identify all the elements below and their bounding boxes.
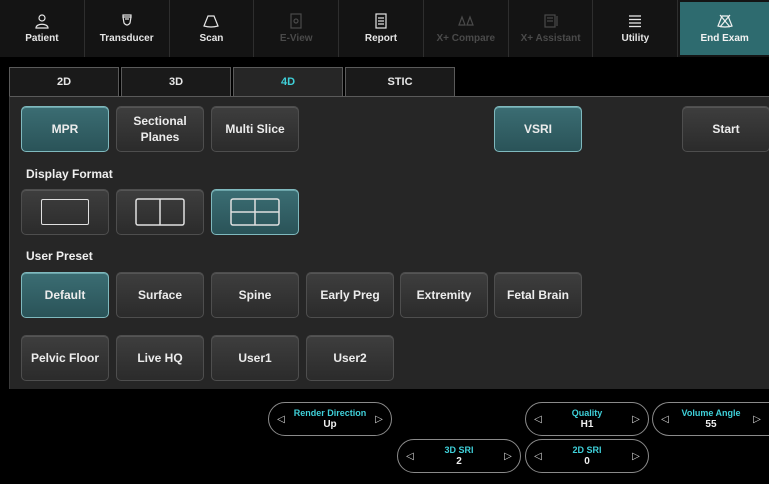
compare-button[interactable]: X+ Compare	[424, 0, 509, 57]
scan-label: Scan	[199, 33, 224, 44]
preset-user1-button[interactable]: User1	[211, 335, 299, 381]
person-icon	[35, 14, 49, 29]
patient-button[interactable]: Patient	[0, 0, 85, 57]
sectional-planes-label: Sectional Planes	[133, 113, 186, 145]
eview-label: E-View	[279, 33, 313, 44]
multi-slice-button[interactable]: Multi Slice	[211, 106, 299, 152]
compare-icon	[457, 15, 474, 26]
sri-3d-knob[interactable]: ◁ 3D SRI 2 ▷	[397, 439, 521, 473]
decrease-arrow-icon[interactable]: ◁	[275, 414, 287, 425]
knob-area: ◁ Render Direction Up ▷ ◁ Quality H1 ▷ ◁ V…	[0, 389, 769, 484]
patient-label: Patient	[25, 33, 59, 44]
utility-label: Utility	[621, 33, 650, 44]
end-exam-icon	[716, 14, 733, 28]
sri-2d-name: 2D SRI	[572, 445, 602, 455]
assistant-icon	[543, 14, 558, 28]
vsri-button[interactable]: VSRI	[494, 106, 582, 152]
decrease-arrow-icon[interactable]: ◁	[659, 414, 671, 425]
increase-arrow-icon[interactable]: ▷	[373, 414, 385, 425]
end-exam-button[interactable]: End Exam	[680, 2, 769, 55]
preset-pelvic-floor-button[interactable]: Pelvic Floor	[21, 335, 109, 381]
four-d-panel: MPR Sectional Planes Multi Slice VSRI Sta…	[9, 96, 769, 389]
display-format-dual[interactable]	[116, 189, 204, 235]
quality-knob[interactable]: ◁ Quality H1 ▷	[525, 402, 649, 436]
scan-icon	[203, 15, 220, 28]
report-button[interactable]: Report	[339, 0, 424, 57]
increase-arrow-icon[interactable]: ▷	[630, 414, 642, 425]
display-format-label: Display Format	[26, 167, 113, 181]
menu-icon	[629, 15, 642, 28]
render-direction-name: Render Direction	[293, 408, 367, 418]
report-icon	[375, 13, 387, 29]
quality-name: Quality	[571, 408, 603, 418]
tab-4d[interactable]: 4D	[233, 67, 343, 96]
tab-stic[interactable]: STIC	[345, 67, 455, 96]
render-direction-value: Up	[323, 419, 337, 430]
mode-tabs: 2D 3D 4D STIC	[9, 67, 457, 96]
dual-layout-icon	[135, 198, 185, 226]
transducer-button[interactable]: Transducer	[85, 0, 170, 57]
utility-button[interactable]: Utility	[593, 0, 679, 57]
transducer-label: Transducer	[99, 33, 154, 44]
preset-extremity-button[interactable]: Extremity	[400, 272, 488, 318]
volume-angle-value: 55	[705, 419, 717, 430]
display-format-single[interactable]	[21, 189, 109, 235]
sectional-planes-button[interactable]: Sectional Planes	[116, 106, 204, 152]
eview-icon	[290, 13, 302, 29]
mpr-button[interactable]: MPR	[21, 106, 109, 152]
sri-3d-value: 2	[456, 456, 462, 467]
increase-arrow-icon[interactable]: ▷	[751, 414, 763, 425]
preset-spine-button[interactable]: Spine	[211, 272, 299, 318]
sectional-label-line1: Sectional	[133, 114, 187, 128]
increase-arrow-icon[interactable]: ▷	[630, 451, 642, 462]
quad-layout-icon	[230, 198, 280, 226]
eview-button[interactable]: E-View	[254, 0, 340, 57]
preset-early-preg-button[interactable]: Early Preg	[306, 272, 394, 318]
render-direction-knob[interactable]: ◁ Render Direction Up ▷	[268, 402, 392, 436]
user-preset-label: User Preset	[26, 249, 93, 263]
tab-3d[interactable]: 3D	[121, 67, 231, 96]
tab-2d[interactable]: 2D	[9, 67, 119, 96]
sri-3d-name: 3D SRI	[444, 445, 474, 455]
decrease-arrow-icon[interactable]: ◁	[404, 451, 416, 462]
report-label: Report	[364, 33, 398, 44]
preset-user2-button[interactable]: User2	[306, 335, 394, 381]
sri-2d-value: 0	[584, 456, 590, 467]
end-exam-label: End Exam	[700, 33, 749, 44]
top-toolbar: Patient Transducer Scan E-View Report X+…	[0, 0, 769, 57]
start-button[interactable]: Start	[682, 106, 769, 152]
preset-live-hq-button[interactable]: Live HQ	[116, 335, 204, 381]
decrease-arrow-icon[interactable]: ◁	[532, 414, 544, 425]
preset-default-button[interactable]: Default	[21, 272, 109, 318]
volume-angle-knob[interactable]: ◁ Volume Angle 55 ▷	[652, 402, 769, 436]
sectional-label-line2: Planes	[140, 130, 180, 144]
assistant-label: X+ Assistant	[520, 33, 581, 44]
compare-label: X+ Compare	[436, 33, 496, 44]
display-format-quad[interactable]	[211, 189, 299, 235]
quality-value: H1	[580, 419, 594, 430]
scan-button[interactable]: Scan	[170, 0, 255, 57]
preset-fetal-brain-button[interactable]: Fetal Brain	[494, 272, 582, 318]
assistant-button[interactable]: X+ Assistant	[509, 0, 594, 57]
preset-surface-button[interactable]: Surface	[116, 272, 204, 318]
decrease-arrow-icon[interactable]: ◁	[532, 451, 544, 462]
transducer-icon	[122, 14, 132, 26]
sri-2d-knob[interactable]: ◁ 2D SRI 0 ▷	[525, 439, 649, 473]
single-layout-icon	[41, 199, 89, 225]
increase-arrow-icon[interactable]: ▷	[502, 451, 514, 462]
volume-angle-name: Volume Angle	[681, 408, 741, 418]
